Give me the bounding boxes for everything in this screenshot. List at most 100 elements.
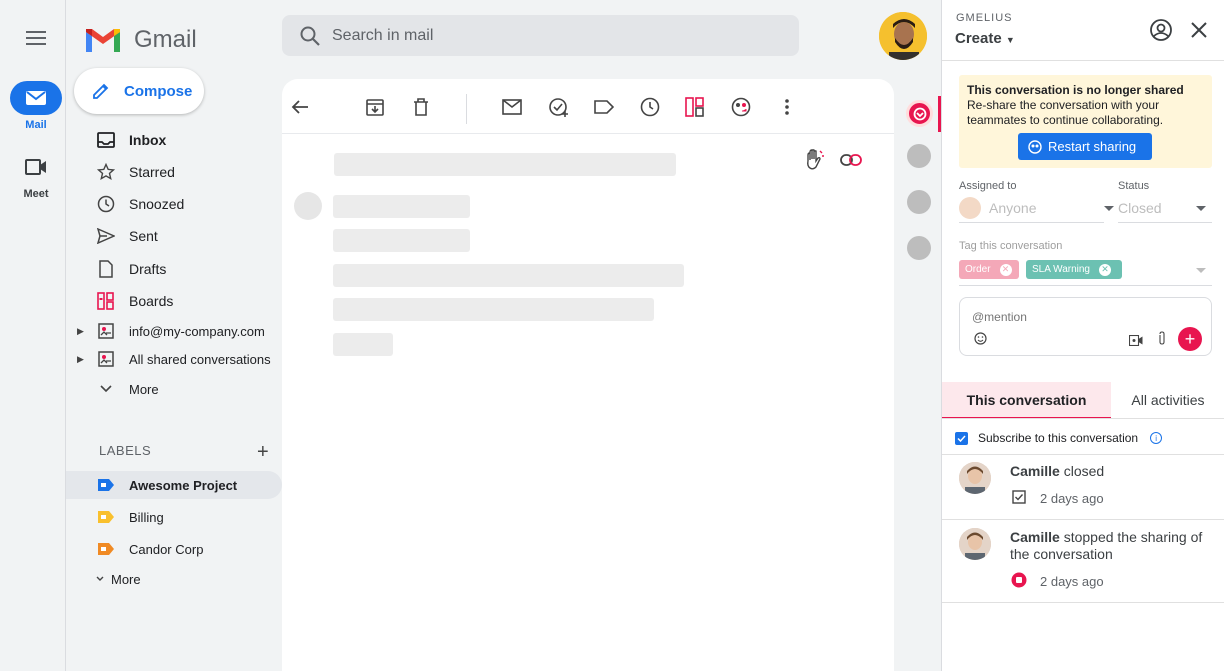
expand-caret-icon[interactable]: ▶ bbox=[77, 326, 84, 337]
chevron-down-icon bbox=[96, 379, 116, 399]
tab-all-activities[interactable]: All activities bbox=[1111, 382, 1224, 418]
status-label: Status bbox=[1118, 180, 1150, 192]
emoji-button[interactable] bbox=[974, 332, 987, 350]
back-button[interactable] bbox=[289, 96, 311, 118]
tag-dropdown-caret-icon[interactable] bbox=[1196, 268, 1206, 273]
sidebar-item-snoozed[interactable]: Snoozed bbox=[66, 190, 282, 218]
labels-more[interactable]: More bbox=[66, 565, 282, 593]
expand-caret-icon[interactable]: ▶ bbox=[77, 354, 84, 365]
sidebar-item-drafts[interactable]: Drafts bbox=[66, 255, 282, 283]
delete-button[interactable] bbox=[410, 96, 432, 118]
mark-unread-button[interactable] bbox=[501, 96, 523, 118]
rail-item-meet[interactable]: Meet bbox=[0, 150, 72, 200]
search-bar[interactable] bbox=[282, 15, 799, 56]
addon-placeholder-icon[interactable] bbox=[907, 144, 931, 168]
add-task-button[interactable] bbox=[548, 96, 570, 118]
activity-time: 2 days ago bbox=[1040, 574, 1104, 589]
gmail-logo[interactable]: Gmail bbox=[84, 26, 197, 54]
account-avatar[interactable] bbox=[879, 12, 927, 60]
sidebar-item-sent[interactable]: Sent bbox=[66, 222, 282, 250]
remove-tag-icon[interactable]: ✕ bbox=[1099, 263, 1111, 276]
gmelius-logo-icon bbox=[913, 107, 926, 120]
add-note-button[interactable]: + bbox=[1178, 327, 1202, 351]
activity-divider bbox=[942, 602, 1224, 603]
gmelius-sidebar: GMELIUS Create ▼ This conversation is no… bbox=[941, 0, 1224, 671]
info-icon[interactable]: i bbox=[1150, 432, 1163, 444]
shared-inbox-icon bbox=[96, 349, 116, 369]
subscribe-checkbox[interactable] bbox=[955, 431, 968, 445]
mention-input[interactable] bbox=[972, 310, 1172, 324]
assigned-label: Assigned to bbox=[959, 180, 1017, 192]
sidebar-label: More bbox=[129, 381, 159, 397]
boards-icon bbox=[685, 97, 704, 117]
status-select[interactable]: Closed bbox=[1118, 196, 1212, 220]
sidebar-item-shared-inbox[interactable]: ▶ info@my-company.com bbox=[66, 317, 282, 345]
sidebar-item-boards[interactable]: Boards bbox=[66, 287, 282, 315]
stop-sharing-icon bbox=[1011, 572, 1027, 588]
smiley-icon bbox=[974, 332, 987, 345]
user-photo-icon bbox=[959, 462, 991, 494]
boards-button[interactable] bbox=[684, 96, 706, 118]
boards-icon bbox=[96, 291, 116, 311]
sidebar-item-all-shared[interactable]: ▶ All shared conversations bbox=[66, 345, 282, 373]
clock-icon bbox=[96, 194, 116, 214]
sidebar-item-more[interactable]: More bbox=[66, 375, 282, 403]
archive-icon bbox=[366, 99, 384, 116]
label-item-billing[interactable]: Billing bbox=[66, 503, 282, 531]
sidebar-item-starred[interactable]: Starred bbox=[66, 158, 282, 186]
attach-button[interactable] bbox=[1157, 331, 1167, 351]
search-icon[interactable] bbox=[300, 26, 320, 46]
archive-button[interactable] bbox=[364, 96, 386, 118]
user-photo-icon bbox=[959, 528, 991, 560]
hand-wave-button[interactable] bbox=[802, 148, 826, 172]
plus-icon: + bbox=[1184, 328, 1196, 349]
add-label-button[interactable]: + bbox=[257, 441, 269, 464]
rail-item-mail[interactable]: Mail bbox=[0, 81, 72, 131]
rail-label-mail: Mail bbox=[25, 119, 47, 131]
gmelius-addon-button[interactable] bbox=[906, 100, 933, 127]
account-button[interactable] bbox=[1149, 18, 1173, 47]
video-record-button[interactable] bbox=[1128, 333, 1143, 351]
restart-sharing-label: Restart sharing bbox=[1048, 139, 1137, 154]
notice-title: This conversation is no longer shared bbox=[967, 83, 1184, 97]
remove-tag-icon[interactable]: ✕ bbox=[999, 263, 1012, 276]
label-tag-icon bbox=[96, 475, 116, 495]
more-options-button[interactable] bbox=[776, 96, 798, 118]
restart-sharing-button[interactable]: Restart sharing bbox=[1018, 133, 1152, 160]
create-dropdown[interactable]: Create ▼ bbox=[955, 30, 1015, 47]
copy-link-button[interactable] bbox=[839, 148, 863, 172]
inbox-icon bbox=[96, 130, 116, 150]
assignee-select[interactable]: Anyone bbox=[959, 196, 1121, 220]
label-button[interactable] bbox=[593, 96, 615, 118]
main-menu-button[interactable] bbox=[20, 22, 52, 54]
message-panel bbox=[282, 79, 894, 671]
field-underline bbox=[959, 285, 1212, 286]
addon-placeholder-icon[interactable] bbox=[907, 236, 931, 260]
share-conversation-button[interactable] bbox=[730, 96, 752, 118]
caret-down-icon: ▼ bbox=[1005, 35, 1015, 45]
field-underline bbox=[1118, 222, 1212, 223]
activity-text: Camille stopped the sharing of the conve… bbox=[1010, 529, 1215, 563]
sidebar-item-inbox[interactable]: Inbox bbox=[66, 126, 282, 154]
compose-button[interactable]: Compose bbox=[74, 68, 204, 114]
snooze-button[interactable] bbox=[639, 96, 661, 118]
sidebar-header: GMELIUS Create ▼ bbox=[942, 0, 1224, 61]
arrow-left-icon bbox=[291, 100, 308, 114]
sidebar-label: Sent bbox=[129, 228, 158, 244]
label-item-awesome-project[interactable]: Awesome Project bbox=[66, 471, 282, 499]
app-window: Mail Meet Gmail Compose Inbox Starred Sn… bbox=[0, 0, 1224, 671]
close-sidebar-button[interactable] bbox=[1190, 21, 1208, 44]
activity-action: closed bbox=[1059, 463, 1105, 479]
addon-placeholder-icon[interactable] bbox=[907, 190, 931, 214]
sidebar-label: info@my-company.com bbox=[129, 323, 265, 339]
tag-chip-sla-warning[interactable]: SLA Warning ✕ bbox=[1026, 260, 1122, 279]
tag-chip-order[interactable]: Order ✕ bbox=[959, 260, 1019, 279]
share-people-icon bbox=[731, 97, 751, 117]
label-item-candor-corp[interactable]: Candor Corp bbox=[66, 535, 282, 563]
tab-this-conversation[interactable]: This conversation bbox=[942, 382, 1111, 418]
label-tag-icon bbox=[96, 507, 116, 527]
activity-actor: Camille bbox=[1010, 463, 1060, 479]
skeleton-line bbox=[333, 229, 470, 252]
checkmark-icon bbox=[957, 434, 966, 442]
search-input[interactable] bbox=[332, 26, 732, 45]
